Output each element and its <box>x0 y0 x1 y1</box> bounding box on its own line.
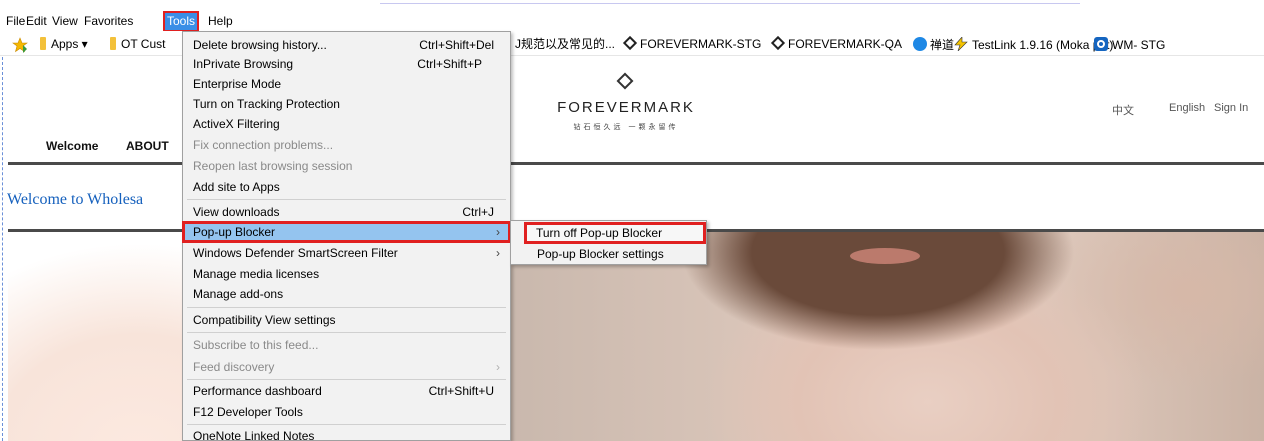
menu-item-fix-connection: Fix connection problems... <box>193 138 334 152</box>
menu-item-compatibility-view[interactable]: Compatibility View settings <box>183 310 510 330</box>
menu-separator <box>187 424 506 425</box>
menu-tools[interactable]: Tools <box>163 11 200 32</box>
menu-separator <box>187 199 506 200</box>
folder-icon <box>110 37 116 50</box>
menu-bar: File Edit View Favorites Tools Help <box>0 0 1264 32</box>
welcome-heading: Welcome to Wholesa <box>7 191 144 208</box>
menu-item-popup-blocker-settings[interactable]: Pop-up Blocker settings <box>511 244 706 264</box>
favorite-apps[interactable]: Apps ▾ <box>40 35 88 53</box>
favorite-testlink[interactable]: TestLink 1.9.16 (Moka pot) <box>953 35 1113 53</box>
menu-item-enterprise-mode[interactable]: Enterprise Mode <box>183 74 510 94</box>
menu-separator <box>187 307 506 308</box>
sign-in-link[interactable]: Sign In <box>1214 102 1248 114</box>
favorite-ot-cust[interactable]: OT Cust <box>110 35 165 53</box>
favorite-chandao[interactable]: 禅道 <box>913 35 954 53</box>
menu-item-feed-discovery: Feed discovery › <box>183 357 510 377</box>
menu-item-inprivate[interactable]: InPrivate Browsing Ctrl+Shift+P <box>183 54 510 74</box>
menu-item-media-licenses[interactable]: Manage media licenses <box>183 264 510 284</box>
menu-help[interactable]: Help <box>208 13 233 30</box>
nav-welcome[interactable]: Welcome <box>46 139 98 153</box>
menu-item-smartscreen[interactable]: Windows Defender SmartScreen Filter › <box>183 243 510 263</box>
chevron-right-icon: › <box>496 360 500 374</box>
wm-icon <box>1094 37 1108 51</box>
lang-chinese-link[interactable]: 中文 <box>1112 102 1134 118</box>
add-favorite-icon[interactable] <box>12 35 28 53</box>
menu-item-activex-filtering[interactable]: ActiveX Filtering <box>183 114 510 134</box>
favorite-cjk-link[interactable]: J规范以及常见的... <box>515 35 615 53</box>
popup-blocker-submenu: Turn off Pop-up Blocker Pop-up Blocker s… <box>510 220 707 265</box>
menu-item-reopen-session: Reopen last browsing session <box>193 159 353 173</box>
folder-icon <box>40 37 46 50</box>
menu-edit[interactable]: Edit <box>26 13 47 30</box>
menu-separator <box>187 379 506 380</box>
menu-item-f12-tools[interactable]: F12 Developer Tools <box>183 402 510 422</box>
menu-separator <box>187 332 506 333</box>
globe-icon <box>913 37 927 51</box>
page-focus-border <box>2 57 3 441</box>
nav-about[interactable]: ABOUT <box>126 139 169 153</box>
diamond-icon <box>622 35 638 51</box>
favorite-forevermark-qa[interactable]: FOREVERMARK-QA <box>770 35 902 53</box>
favorite-forevermark-stg[interactable]: FOREVERMARK-STG <box>622 35 761 53</box>
testlink-icon <box>954 37 968 51</box>
menu-item-add-site-to-apps[interactable]: Add site to Apps <box>183 177 510 197</box>
tab-strip-edge <box>380 0 1080 4</box>
menu-item-delete-history[interactable]: Delete browsing history... Ctrl+Shift+Del <box>183 35 510 55</box>
menu-item-performance-dashboard[interactable]: Performance dashboard Ctrl+Shift+U <box>183 381 510 401</box>
menu-item-manage-addons[interactable]: Manage add-ons <box>183 284 510 304</box>
favorite-wm-stg[interactable]: WM- STG <box>1094 35 1165 53</box>
menu-view[interactable]: View <box>52 13 78 30</box>
menu-item-view-downloads[interactable]: View downloads Ctrl+J <box>183 202 510 222</box>
diamond-icon <box>770 35 786 51</box>
menu-item-popup-blocker[interactable]: Pop-up Blocker › <box>182 221 511 243</box>
menu-item-turn-off-popup-blocker[interactable]: Turn off Pop-up Blocker <box>524 222 706 244</box>
chevron-right-icon: › <box>496 246 500 260</box>
lang-english-link[interactable]: English <box>1169 102 1205 114</box>
menu-item-tracking-protection[interactable]: Turn on Tracking Protection <box>183 94 510 114</box>
menu-item-subscribe-feed: Subscribe to this feed... <box>193 338 319 352</box>
forevermark-logo[interactable]: FOREVERMARK <box>556 99 696 116</box>
hero-photo-detail <box>850 248 920 264</box>
tools-menu: Delete browsing history... Ctrl+Shift+Del… <box>182 31 511 441</box>
chevron-right-icon: › <box>496 225 500 239</box>
menu-item-onenote-linked-notes[interactable]: OneNote Linked Notes <box>183 426 510 441</box>
menu-file[interactable]: File <box>6 13 25 30</box>
logo-tagline: 钻石恒久远 一颗永留传 <box>573 124 679 131</box>
menu-favorites[interactable]: Favorites <box>84 13 133 30</box>
